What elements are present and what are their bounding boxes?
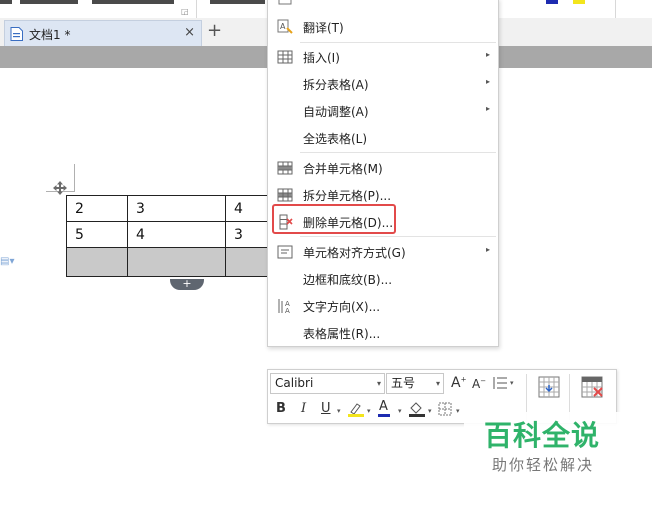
insert-table-icon[interactable] (538, 376, 560, 398)
table-row-selected (66, 247, 276, 277)
delete-table-icon[interactable] (581, 376, 605, 398)
chevron-down-icon[interactable]: ▾ (367, 407, 371, 415)
table-cell[interactable] (66, 247, 128, 277)
menu-item-cell-alignment[interactable]: 单元格对齐方式(G) ▸ (268, 238, 498, 265)
close-tab-icon[interactable]: × (184, 25, 195, 40)
font-name-value: Calibri (275, 376, 314, 390)
table-cell[interactable]: 3 (127, 195, 226, 222)
menu-item-label: 全选表格(L) (303, 132, 368, 146)
cell-align-icon (277, 245, 293, 259)
menu-item-partial[interactable] (268, 0, 498, 8)
document-tab-title: 文档1 * (29, 28, 71, 42)
table-row: 2 3 4 (66, 195, 276, 222)
document-tab[interactable]: 文档1 * × (4, 20, 202, 46)
merge-cells-icon (277, 161, 293, 175)
menu-item-label: 单元格对齐方式(G) (303, 246, 406, 260)
table-insert-icon (277, 50, 293, 64)
toolbar-fragment (0, 0, 12, 4)
font-color-bar (378, 414, 390, 417)
underline-button[interactable]: U (321, 401, 331, 416)
chevron-down-icon[interactable]: ▾ (337, 407, 341, 415)
select-icon (278, 0, 292, 5)
paste-options-icon[interactable]: ▤▾ (0, 256, 14, 267)
menu-item-select-table[interactable]: 全选表格(L) (268, 124, 498, 151)
menu-item-autofit[interactable]: 自动调整(A) ▸ (268, 97, 498, 124)
document-icon (10, 27, 23, 41)
menu-item-label: 自动调整(A) (303, 105, 369, 119)
chevron-down-icon: ▾ (376, 379, 381, 388)
bold-button[interactable]: B (276, 401, 286, 416)
grow-font-icon: A (451, 375, 461, 391)
highlight-box (272, 204, 396, 234)
chevron-down-icon[interactable]: ▾ (456, 407, 460, 415)
menu-item-text-direction[interactable]: A A 文字方向(X)... (268, 292, 498, 319)
text-direction-icon: A A (278, 299, 290, 314)
toolbar-divider (196, 0, 197, 18)
svg-text:A: A (285, 307, 290, 314)
submenu-arrow-icon: ▸ (485, 104, 490, 113)
font-color-button[interactable]: A (378, 399, 390, 417)
chevron-down-icon[interactable]: ▾ (510, 379, 514, 387)
split-cells-icon (277, 188, 293, 202)
menu-item-insert[interactable]: 插入(I) ▸ (268, 43, 498, 70)
grow-font-button[interactable]: A+ (451, 375, 466, 391)
line-spacing-icon[interactable] (492, 376, 508, 390)
menu-item-label: 翻译(T) (303, 21, 344, 35)
toolbar-fragment (92, 0, 174, 4)
border-icon[interactable] (438, 402, 452, 416)
document-table[interactable]: 2 3 4 5 4 3 (66, 195, 276, 277)
translate-icon: A (277, 19, 293, 34)
svg-text:A: A (280, 22, 286, 31)
chevron-down-icon[interactable]: ▾ (428, 407, 432, 415)
menu-item-split-table[interactable]: 拆分表格(A) ▸ (268, 70, 498, 97)
shrink-font-icon: A (472, 377, 481, 391)
font-size-select[interactable]: 五号 ▾ (386, 373, 444, 394)
shading-fill-icon[interactable] (408, 401, 426, 417)
context-menu: A 翻译(T) 插入(I) ▸ 拆分表格(A) ▸ 自动调整(A) ▸ 全选表格… (267, 0, 499, 347)
shrink-font-button[interactable]: A− (472, 377, 486, 391)
highlight-icon[interactable] (347, 401, 365, 417)
chevron-down-icon[interactable]: ▾ (398, 407, 402, 415)
menu-item-label: 拆分单元格(P)... (303, 189, 392, 203)
submenu-arrow-icon: ▸ (485, 77, 490, 86)
table-cell[interactable]: 4 (127, 221, 226, 248)
dialog-launcher-icon[interactable]: ◲ (181, 7, 189, 16)
watermark-subtitle: 助你轻松解决 (492, 456, 595, 474)
submenu-arrow-icon: ▸ (485, 245, 490, 254)
toolbar-fragment (20, 0, 78, 4)
menu-item-label: 边框和底纹(B)... (303, 273, 393, 287)
highlight-color-swatch (573, 0, 585, 4)
table-row: 5 4 3 (66, 221, 276, 248)
menu-item-merge-cells[interactable]: 合并单元格(M) (268, 154, 498, 181)
menu-item-table-properties[interactable]: 表格属性(R)... (268, 319, 498, 346)
font-color-icon: A (379, 399, 388, 414)
font-name-select[interactable]: Calibri ▾ (270, 373, 385, 394)
add-row-button[interactable]: + (170, 278, 204, 290)
table-move-handle-icon[interactable] (53, 181, 67, 195)
table-cell[interactable]: 2 (66, 195, 128, 222)
menu-divider (300, 236, 496, 237)
menu-item-label: 合并单元格(M) (303, 162, 383, 176)
toolbar-divider (615, 0, 616, 18)
page-margin-mark (74, 164, 75, 192)
font-color-swatch (546, 0, 558, 4)
watermark-title: 百科全说 (484, 419, 601, 452)
toolbar-fragment (210, 0, 265, 4)
font-size-value: 五号 (391, 376, 416, 390)
menu-item-borders-shading[interactable]: 边框和底纹(B)... (268, 265, 498, 292)
italic-button[interactable]: I (301, 401, 306, 416)
new-tab-button[interactable]: + (207, 20, 222, 41)
menu-divider (300, 152, 496, 153)
menu-item-label: 表格属性(R)... (303, 327, 381, 341)
menu-item-label: 文字方向(X)... (303, 300, 381, 314)
menu-item-label: 插入(I) (303, 51, 340, 65)
menu-item-translate[interactable]: A 翻译(T) (268, 13, 498, 40)
table-cell[interactable]: 5 (66, 221, 128, 248)
chevron-down-icon: ▾ (435, 379, 440, 388)
submenu-arrow-icon: ▸ (485, 50, 490, 59)
table-cell[interactable] (127, 247, 226, 277)
menu-item-label: 拆分表格(A) (303, 78, 369, 92)
